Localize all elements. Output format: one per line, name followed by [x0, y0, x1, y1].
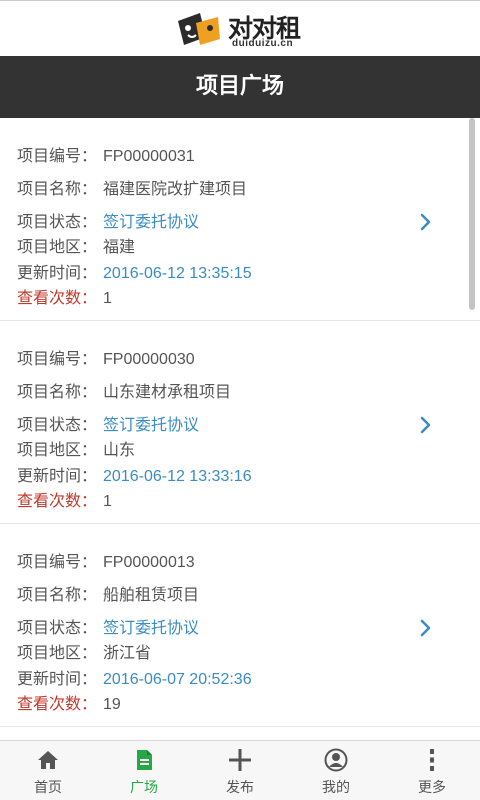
chevron-right-icon[interactable] [416, 618, 436, 638]
project-name-label: 项目名称： [17, 179, 98, 198]
tab-square[interactable]: 广场 [96, 741, 192, 800]
project-region-label: 项目地区： [17, 440, 98, 459]
page-title: 项目广场 [195, 74, 284, 99]
project-name-value: 山东建材承租项目 [103, 384, 232, 401]
updated-at-row: 更新时间： 2016-06-12 13:35:15 [17, 259, 252, 283]
chevron-right-icon[interactable] [416, 415, 436, 435]
project-card[interactable]: 项目编号： FP00000030 项目名称： 山东建材承租项目 项目状态： 签订委托协… [0, 321, 480, 524]
updated-at-value: 2016-06-12 13:35:15 [103, 265, 252, 282]
project-name-value: 福建医院改扩建项目 [103, 181, 248, 198]
brand-domain: duiduizu.cn [232, 38, 294, 49]
view-count-row: 查看次数： 1 [17, 284, 112, 308]
project-status-value: 签订委托协议 [103, 620, 200, 637]
document-icon [137, 750, 152, 770]
tab-square-label: 广场 [130, 780, 158, 796]
tab-publish-label: 发布 [226, 780, 254, 796]
logo-bar: 对对租 duiduizu.cn [0, 0, 480, 56]
project-list[interactable]: 项目编号： FP00000031 项目名称： 福建医院改扩建项目 项目状态： 签订委托… [0, 118, 480, 740]
project-name-label: 项目名称： [17, 382, 98, 401]
bottom-tab-bar: 首页 广场 发布 我的 更多 [0, 740, 480, 800]
project-region-row: 项目地区： 福建 [17, 233, 135, 257]
tab-home[interactable]: 首页 [0, 741, 96, 800]
project-no-label: 项目编号： [17, 349, 98, 368]
updated-at-label: 更新时间： [17, 669, 98, 688]
view-count-row: 查看次数： 1 [17, 487, 112, 511]
tab-home-label: 首页 [34, 780, 62, 796]
more-icon [430, 749, 434, 771]
chevron-right-icon[interactable] [416, 212, 436, 232]
project-region-value: 山东 [103, 442, 136, 459]
logo-mark-icon [178, 13, 220, 45]
view-count-value: 19 [103, 696, 121, 713]
project-no-row: 项目编号： FP00000013 [17, 548, 195, 572]
tab-mine-label: 我的 [322, 780, 350, 796]
project-status-label: 项目状态： [17, 618, 98, 637]
updated-at-label: 更新时间： [17, 466, 98, 485]
project-no-value: FP00000031 [103, 148, 195, 165]
project-region-label: 项目地区： [17, 643, 98, 662]
updated-at-label: 更新时间： [17, 263, 98, 282]
project-region-value: 福建 [103, 239, 136, 256]
brand-logo[interactable]: 对对租 duiduizu.cn [172, 5, 312, 53]
project-no-value: FP00000030 [103, 351, 195, 368]
view-count-label: 查看次数： [17, 288, 98, 307]
project-name-row: 项目名称： 船舶租赁项目 [17, 581, 199, 605]
project-no-value: FP00000013 [103, 554, 195, 571]
project-card[interactable]: 项目编号： FP00000031 项目名称： 福建医院改扩建项目 项目状态： 签订委托… [0, 118, 480, 321]
view-count-label: 查看次数： [17, 694, 98, 713]
project-status-value: 签订委托协议 [103, 214, 200, 231]
scrollbar[interactable] [469, 118, 475, 310]
header-bar: 项目广场 [0, 56, 480, 118]
tab-publish[interactable]: 发布 [192, 741, 288, 800]
view-count-value: 1 [103, 290, 112, 307]
updated-at-row: 更新时间： 2016-06-07 20:52:36 [17, 665, 252, 689]
project-status-label: 项目状态： [17, 212, 98, 231]
project-no-row: 项目编号： FP00000031 [17, 142, 195, 166]
user-icon [324, 748, 348, 772]
project-region-row: 项目地区： 浙江省 [17, 639, 151, 663]
tab-more[interactable]: 更多 [384, 741, 480, 800]
updated-at-row: 更新时间： 2016-06-12 13:33:16 [17, 462, 252, 486]
tab-more-label: 更多 [418, 780, 446, 796]
project-status-value: 签订委托协议 [103, 417, 200, 434]
project-region-row: 项目地区： 山东 [17, 436, 135, 460]
project-name-value: 船舶租赁项目 [103, 587, 200, 604]
project-status-row: 项目状态： 签订委托协议 [17, 614, 199, 638]
home-icon [38, 751, 58, 769]
updated-at-value: 2016-06-12 13:33:16 [103, 468, 252, 485]
project-name-row: 项目名称： 福建医院改扩建项目 [17, 175, 247, 199]
project-no-row: 项目编号： FP00000030 [17, 345, 195, 369]
view-count-row: 查看次数： 19 [17, 690, 121, 714]
view-count-value: 1 [103, 493, 112, 510]
project-card[interactable]: 项目编号： FP00000013 项目名称： 船舶租赁项目 项目状态： 签订委托协议 … [0, 524, 480, 727]
plus-icon [229, 749, 251, 771]
project-region-label: 项目地区： [17, 237, 98, 256]
project-region-value: 浙江省 [103, 645, 152, 662]
view-count-label: 查看次数： [17, 491, 98, 510]
project-no-label: 项目编号： [17, 146, 98, 165]
project-name-row: 项目名称： 山东建材承租项目 [17, 378, 231, 402]
project-status-row: 项目状态： 签订委托协议 [17, 208, 199, 232]
updated-at-value: 2016-06-07 20:52:36 [103, 671, 252, 688]
project-status-row: 项目状态： 签订委托协议 [17, 411, 199, 435]
project-no-label: 项目编号： [17, 552, 98, 571]
project-status-label: 项目状态： [17, 415, 98, 434]
tab-mine[interactable]: 我的 [288, 741, 384, 800]
project-name-label: 项目名称： [17, 585, 98, 604]
